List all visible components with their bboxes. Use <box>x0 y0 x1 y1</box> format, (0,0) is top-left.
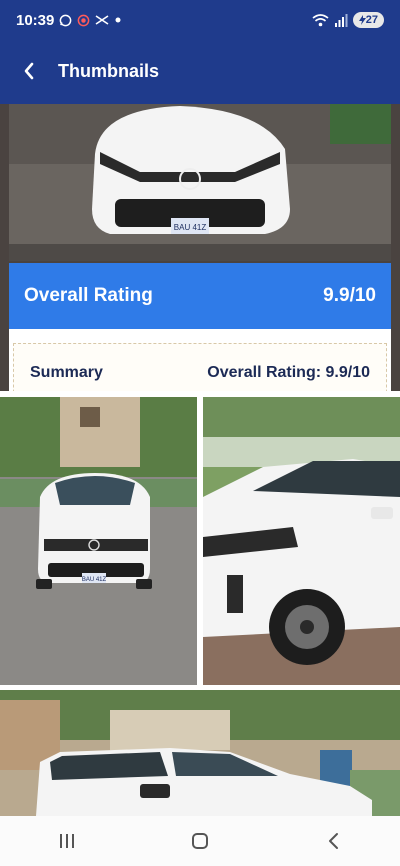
system-navigation-bar <box>0 816 400 866</box>
link-icon <box>95 15 109 25</box>
recents-button[interactable] <box>37 821 97 861</box>
page-title: Thumbnails <box>58 60 160 81</box>
dot-icon <box>115 17 121 23</box>
recents-icon <box>59 834 74 848</box>
thumbnail-front-top[interactable]: BAU 41Z Overall Rating 9.9/10 Summary Ov… <box>0 104 400 391</box>
charging-icon <box>358 15 366 25</box>
thumbnail-side-bottom[interactable] <box>0 690 400 816</box>
back-button[interactable] <box>0 46 58 96</box>
thumbnail-front-left[interactable]: BAU 41Z <box>0 397 197 685</box>
battery-level: 27 <box>365 14 378 26</box>
status-bar: 10:39 27 <box>0 0 400 40</box>
whatsapp-icon <box>60 14 72 26</box>
plate-text-left: BAU 41Z <box>82 577 107 583</box>
back-triangle-icon <box>329 833 339 849</box>
thumbnail-gallery[interactable]: BAU 41Z Overall Rating 9.9/10 Summary Ov… <box>0 104 400 816</box>
record-icon <box>78 14 90 26</box>
clock: 10:39 <box>16 11 55 29</box>
home-button[interactable] <box>170 821 230 861</box>
summary-overall-label: Overall Rating: <box>207 364 322 381</box>
app-bar: 10:39 27 Thumbnails <box>0 0 400 104</box>
summary-overall-value: 9.9/10 <box>325 364 370 381</box>
chevron-left-icon <box>24 62 34 80</box>
thumbnail-side-front[interactable] <box>203 397 400 685</box>
overall-rating-value: 9.9/10 <box>323 285 376 306</box>
home-icon <box>191 833 208 849</box>
overall-rating-bar: Overall Rating 9.9/10 <box>9 263 391 329</box>
plate-text-top: BAU 41Z <box>174 223 207 232</box>
nav-back-button[interactable] <box>303 821 363 861</box>
wifi-icon <box>312 13 329 26</box>
battery-indicator: 27 <box>352 12 384 28</box>
summary-label: Summary <box>30 364 103 381</box>
summary-card: Summary Overall Rating: 9.9/10 <box>9 329 391 391</box>
signal-icon <box>334 13 348 27</box>
title-bar: Thumbnails <box>0 46 400 96</box>
overall-rating-label: Overall Rating <box>24 285 153 306</box>
